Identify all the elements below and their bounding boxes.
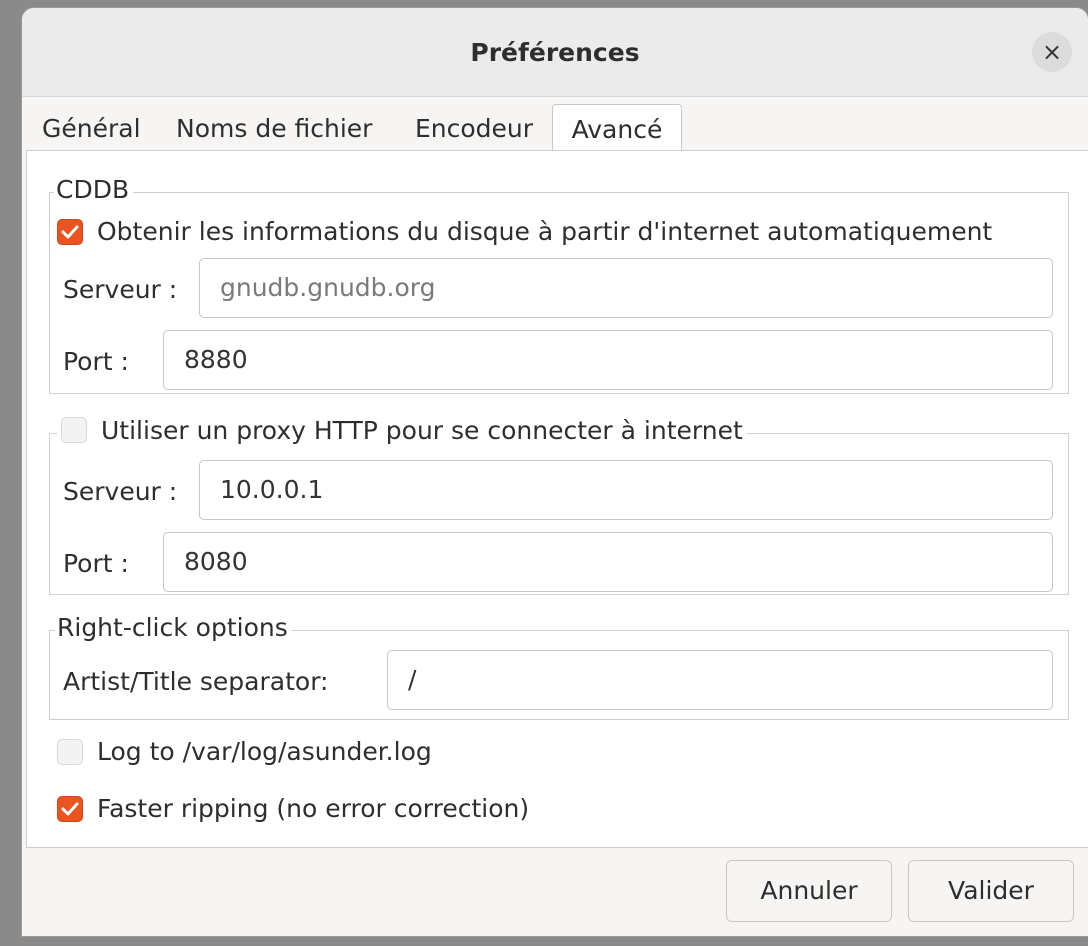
proxy-legend: Utiliser un proxy HTTP pour se connecter…: [57, 416, 747, 445]
proxy-server-label: Serveur :: [63, 477, 178, 506]
auto-fetch-label[interactable]: Obtenir les informations du disque à par…: [97, 217, 992, 246]
dialog-title: Préférences: [470, 38, 640, 67]
proxy-server-input[interactable]: 10.0.0.1: [199, 460, 1053, 520]
preferences-dialog: Préférences × Général Noms de fichier En…: [22, 8, 1088, 936]
proxy-port-label: Port :: [63, 549, 129, 578]
tab-general[interactable]: Général: [42, 96, 141, 158]
checkmark-icon: [61, 802, 79, 816]
title-bar: Préférences ×: [22, 8, 1088, 97]
tab-encoder[interactable]: Encodeur: [415, 96, 533, 158]
close-icon[interactable]: ×: [1032, 32, 1072, 72]
tab-file-names[interactable]: Noms de fichier: [176, 96, 372, 158]
separator-label: Artist/Title separator:: [63, 667, 329, 696]
checkmark-icon: [61, 225, 79, 239]
faster-ripping-checkbox[interactable]: [57, 796, 83, 822]
use-proxy-label[interactable]: Utiliser un proxy HTTP pour se connecter…: [101, 416, 743, 445]
log-label[interactable]: Log to /var/log/asunder.log: [97, 737, 432, 766]
log-checkbox[interactable]: [57, 739, 83, 765]
tab-bar: Général Noms de fichier Encodeur Avancé: [22, 96, 1088, 160]
separator-input[interactable]: /: [387, 650, 1053, 710]
right-click-legend: Right-click options: [55, 613, 292, 642]
cddb-legend: CDDB: [54, 175, 134, 204]
ok-button[interactable]: Valider: [908, 860, 1074, 922]
faster-ripping-label[interactable]: Faster ripping (no error correction): [97, 794, 529, 823]
cddb-server-label: Serveur :: [63, 275, 178, 304]
cddb-server-input[interactable]: gnudb.gnudb.org: [199, 258, 1053, 318]
cddb-port-label: Port :: [63, 347, 129, 376]
use-proxy-checkbox[interactable]: [61, 417, 87, 443]
cancel-button[interactable]: Annuler: [726, 860, 892, 922]
cddb-port-input[interactable]: 8880: [163, 330, 1053, 390]
auto-fetch-checkbox[interactable]: [57, 219, 83, 245]
advanced-tab-panel: CDDB Obtenir les informations du disque …: [26, 150, 1088, 848]
proxy-port-input[interactable]: 8080: [163, 532, 1053, 592]
